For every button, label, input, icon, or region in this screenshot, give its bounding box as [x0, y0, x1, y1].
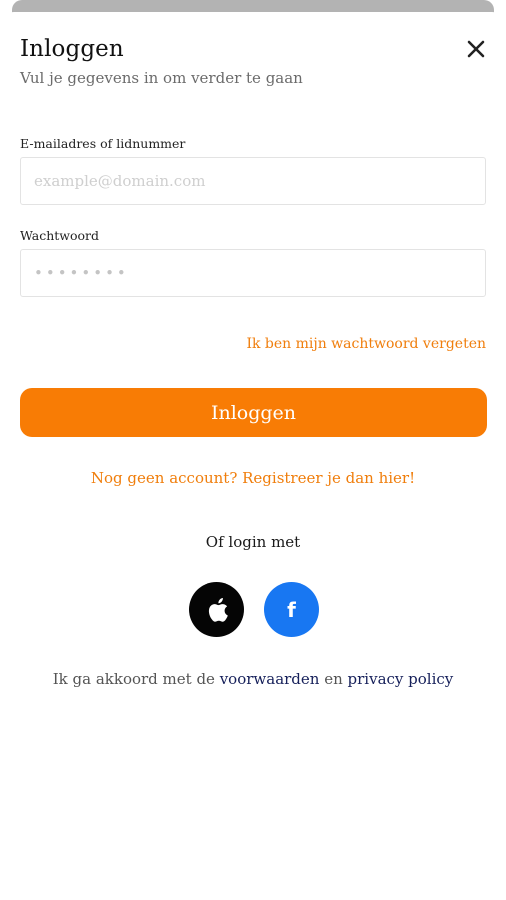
modal-title: Inloggen [20, 36, 124, 62]
forgot-password-link[interactable]: Ik ben mijn wachtwoord vergeten [246, 336, 486, 352]
terms-text: Ik ga akkoord met de voorwaarden en priv… [0, 670, 506, 688]
apple-login-button[interactable] [189, 582, 244, 637]
login-modal: Inloggen Vul je gegevens in om verder te… [0, 12, 506, 900]
close-icon [467, 40, 485, 58]
password-label: Wachtwoord [20, 228, 100, 243]
terms-prefix: Ik ga akkoord met de [52, 670, 220, 688]
privacy-policy-link[interactable]: privacy policy [348, 670, 454, 688]
terms-connector: en [319, 670, 348, 688]
social-login-heading: Of login met [205, 533, 301, 551]
password-field[interactable] [20, 249, 486, 297]
register-link[interactable]: Nog geen account? Registreer je dan hier… [0, 469, 506, 487]
email-label: E-mailadres of lidnummer [20, 136, 186, 151]
modal-subtitle: Vul je gegevens in om verder te gaan [20, 69, 303, 87]
apple-icon [208, 597, 228, 622]
email-field[interactable] [20, 157, 486, 205]
close-button[interactable] [460, 36, 492, 64]
login-button[interactable]: Inloggen [20, 388, 487, 437]
facebook-icon: f [287, 597, 296, 622]
terms-link[interactable]: voorwaarden [220, 670, 320, 688]
facebook-login-button[interactable]: f [264, 582, 319, 637]
